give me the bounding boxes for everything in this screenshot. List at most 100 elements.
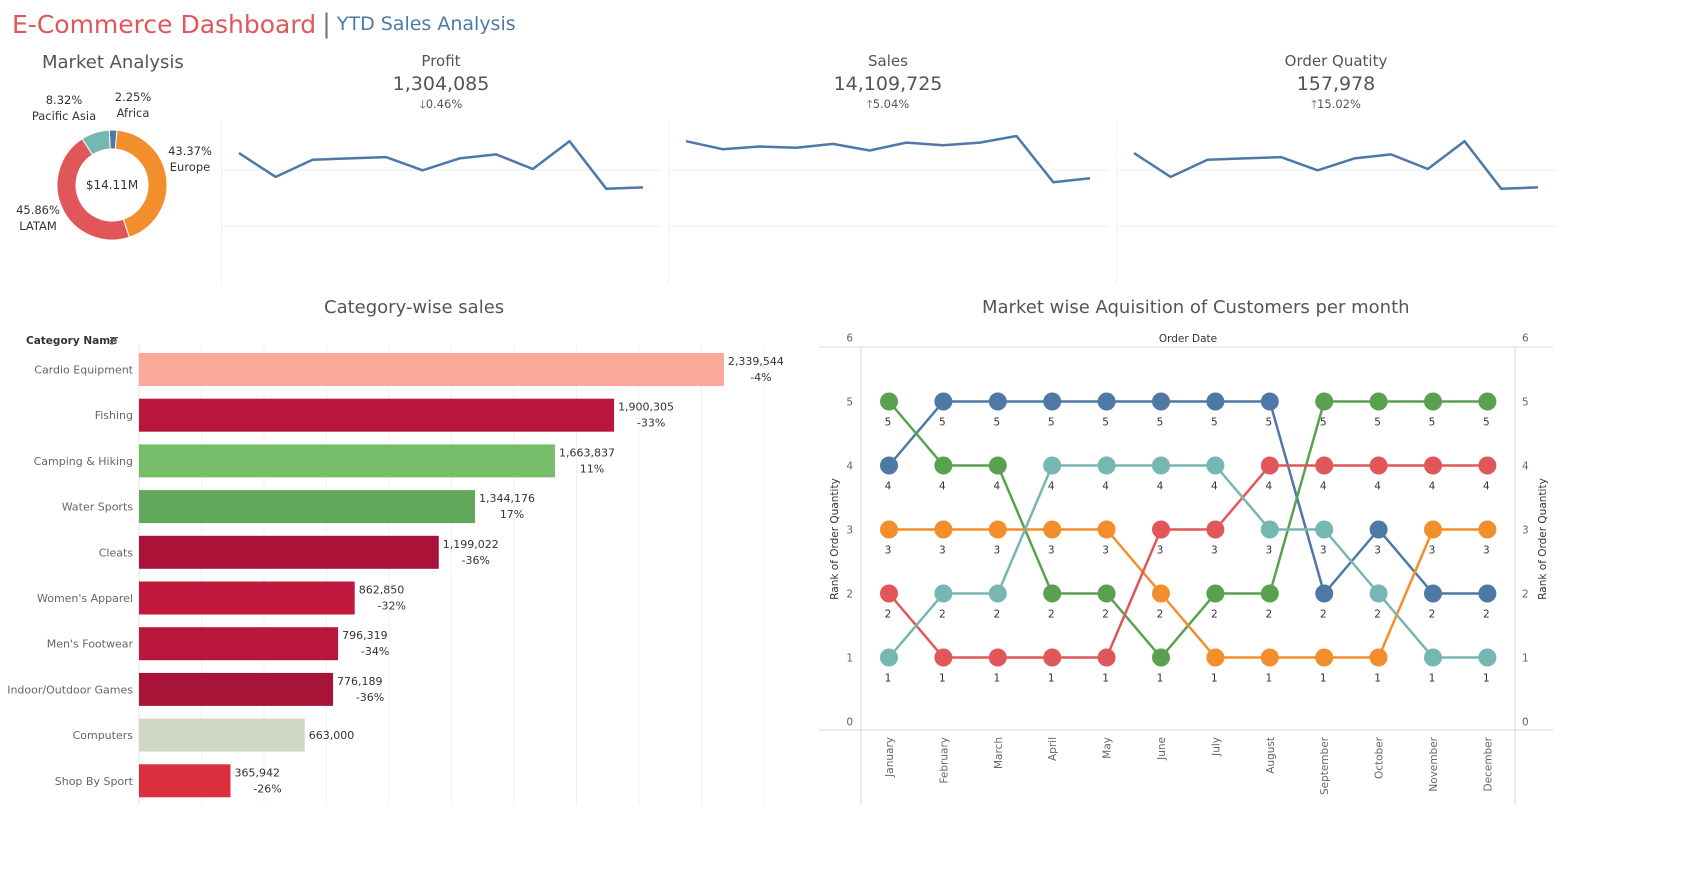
bump-x-tick-label: December	[1482, 736, 1494, 791]
bump-rank-label: 3	[1048, 545, 1055, 557]
bump-marker	[1043, 648, 1062, 667]
bump-marker	[1206, 392, 1225, 411]
kpi-order-quantity-value: 157,978	[1296, 73, 1376, 95]
bump-marker	[1369, 392, 1388, 411]
bump-rank-label: 4	[1211, 481, 1218, 493]
bump-rank-label: 4	[939, 481, 946, 493]
sparkline-series-line	[685, 134, 1091, 184]
bump-rank-label: 3	[1102, 545, 1109, 557]
bump-rank-label: 1	[1157, 673, 1164, 685]
bar-change-label: -26%	[253, 782, 281, 795]
bump-top-header: Order Date	[1159, 333, 1217, 345]
sparkline-series-line	[238, 139, 644, 191]
bump-y-axis-label-left: Rank of Order Quantity	[829, 478, 841, 600]
bump-marker	[1043, 520, 1062, 539]
order-quantity-sparkline	[1116, 120, 1556, 284]
category-bar	[139, 581, 355, 615]
sales-sparkline	[668, 120, 1108, 284]
bump-rank-label: 2	[885, 609, 892, 621]
bump-marker	[1097, 520, 1116, 539]
bump-rank-label: 2	[1429, 609, 1436, 621]
bump-marker	[1424, 648, 1442, 667]
bump-rank-label: 5	[1374, 417, 1381, 429]
kpi-sales-value: 14,109,725	[833, 73, 943, 95]
bump-rank-label: 2	[1102, 609, 1109, 621]
dashboard-header: E-Commerce Dashboard | YTD Sales Analysi…	[12, 6, 516, 42]
bump-y-tick-left: 0	[846, 717, 853, 729]
bump-chart-title: Market wise Aquisition of Customers per …	[982, 297, 1410, 318]
bump-rank-label: 2	[993, 609, 1000, 621]
bump-marker	[1478, 520, 1497, 539]
category-bar	[139, 444, 555, 478]
bump-marker	[1097, 392, 1116, 411]
bump-marker	[880, 456, 898, 475]
donut-center-label: $14.11M	[86, 178, 138, 192]
bump-rank-label: 3	[885, 545, 892, 557]
bar-value-label: 776,189	[337, 675, 383, 688]
bump-marker	[1152, 520, 1170, 539]
bump-x-tick-label: March	[993, 737, 1005, 769]
bump-marker	[1260, 648, 1279, 667]
bump-marker	[934, 520, 953, 539]
bump-rank-label: 4	[1320, 481, 1327, 493]
bump-marker	[1260, 392, 1279, 411]
donut-label-name: Europe	[170, 160, 210, 174]
bump-rank-label: 1	[1374, 673, 1381, 685]
bump-y-tick-left: 2	[846, 589, 853, 601]
bump-marker	[1315, 584, 1334, 603]
bump-rank-label: 3	[1157, 545, 1164, 557]
category-label: Shop By Sport	[55, 775, 134, 788]
sparkline-series-line	[1133, 139, 1539, 191]
bump-rank-label: 4	[885, 481, 892, 493]
category-label: Fishing	[95, 409, 133, 422]
bump-y-tick-left: 1	[846, 653, 853, 665]
bump-marker	[1424, 392, 1442, 411]
bump-series-line	[888, 464, 1488, 659]
category-bar	[139, 764, 231, 798]
kpi-profit-value: 1,304,085	[392, 73, 490, 95]
category-bar	[139, 398, 615, 432]
bump-rank-label: 2	[1483, 609, 1490, 621]
bump-rank-label: 3	[1483, 545, 1490, 557]
bump-marker	[934, 456, 953, 475]
bump-rank-label: 2	[1157, 609, 1164, 621]
donut-label-name: Pacific Asia	[32, 109, 96, 123]
category-bar	[139, 627, 339, 661]
bump-rank-label: 3	[1265, 545, 1272, 557]
bump-marker	[1206, 584, 1225, 603]
bump-marker	[1369, 456, 1388, 475]
bump-marker	[1369, 648, 1388, 667]
bump-y-tick-right: 2	[1522, 589, 1529, 601]
donut-label-percent: 45.86%	[16, 203, 60, 217]
bump-rank-label: 3	[993, 545, 1000, 557]
bump-x-tick-label: January	[884, 737, 896, 778]
bump-x-tick-label: February	[938, 737, 950, 784]
kpi-profit: Profit 1,304,085 🡓0.46%	[331, 52, 551, 116]
bump-y-tick-right: 6	[1522, 333, 1529, 345]
bump-marker	[1097, 648, 1116, 667]
bump-marker	[1478, 584, 1497, 603]
bump-marker	[1206, 456, 1225, 475]
sort-icon-stroke	[110, 340, 116, 342]
bump-marker	[1369, 520, 1388, 539]
bump-x-tick-label: August	[1265, 737, 1277, 774]
bump-marker	[1478, 648, 1497, 667]
category-bar	[139, 490, 476, 524]
bump-marker	[880, 392, 898, 411]
category-field-label: Category Name	[26, 335, 117, 347]
bump-marker	[1478, 456, 1497, 475]
profit-sparkline	[221, 120, 661, 284]
bump-rank-label: 3	[1429, 545, 1436, 557]
bar-value-label: 1,663,837	[559, 446, 615, 459]
bump-rank-label: 5	[1483, 417, 1490, 429]
bump-marker	[1152, 584, 1170, 603]
category-bar-chart: Category Name Cardio Equipment 2,339,544 -4…	[7, 335, 784, 805]
kpi-sales: Sales 14,109,725 🡑5.04%	[778, 52, 998, 116]
bump-x-tick-label: November	[1428, 736, 1440, 791]
bar-value-label: 1,199,022	[443, 538, 499, 551]
bump-rank-label: 5	[1102, 417, 1109, 429]
bump-x-tick-label: April	[1047, 737, 1059, 761]
bump-rank-label: 5	[993, 417, 1000, 429]
bump-x-tick-label: May	[1102, 737, 1114, 759]
donut-label-percent: 2.25%	[115, 90, 152, 104]
